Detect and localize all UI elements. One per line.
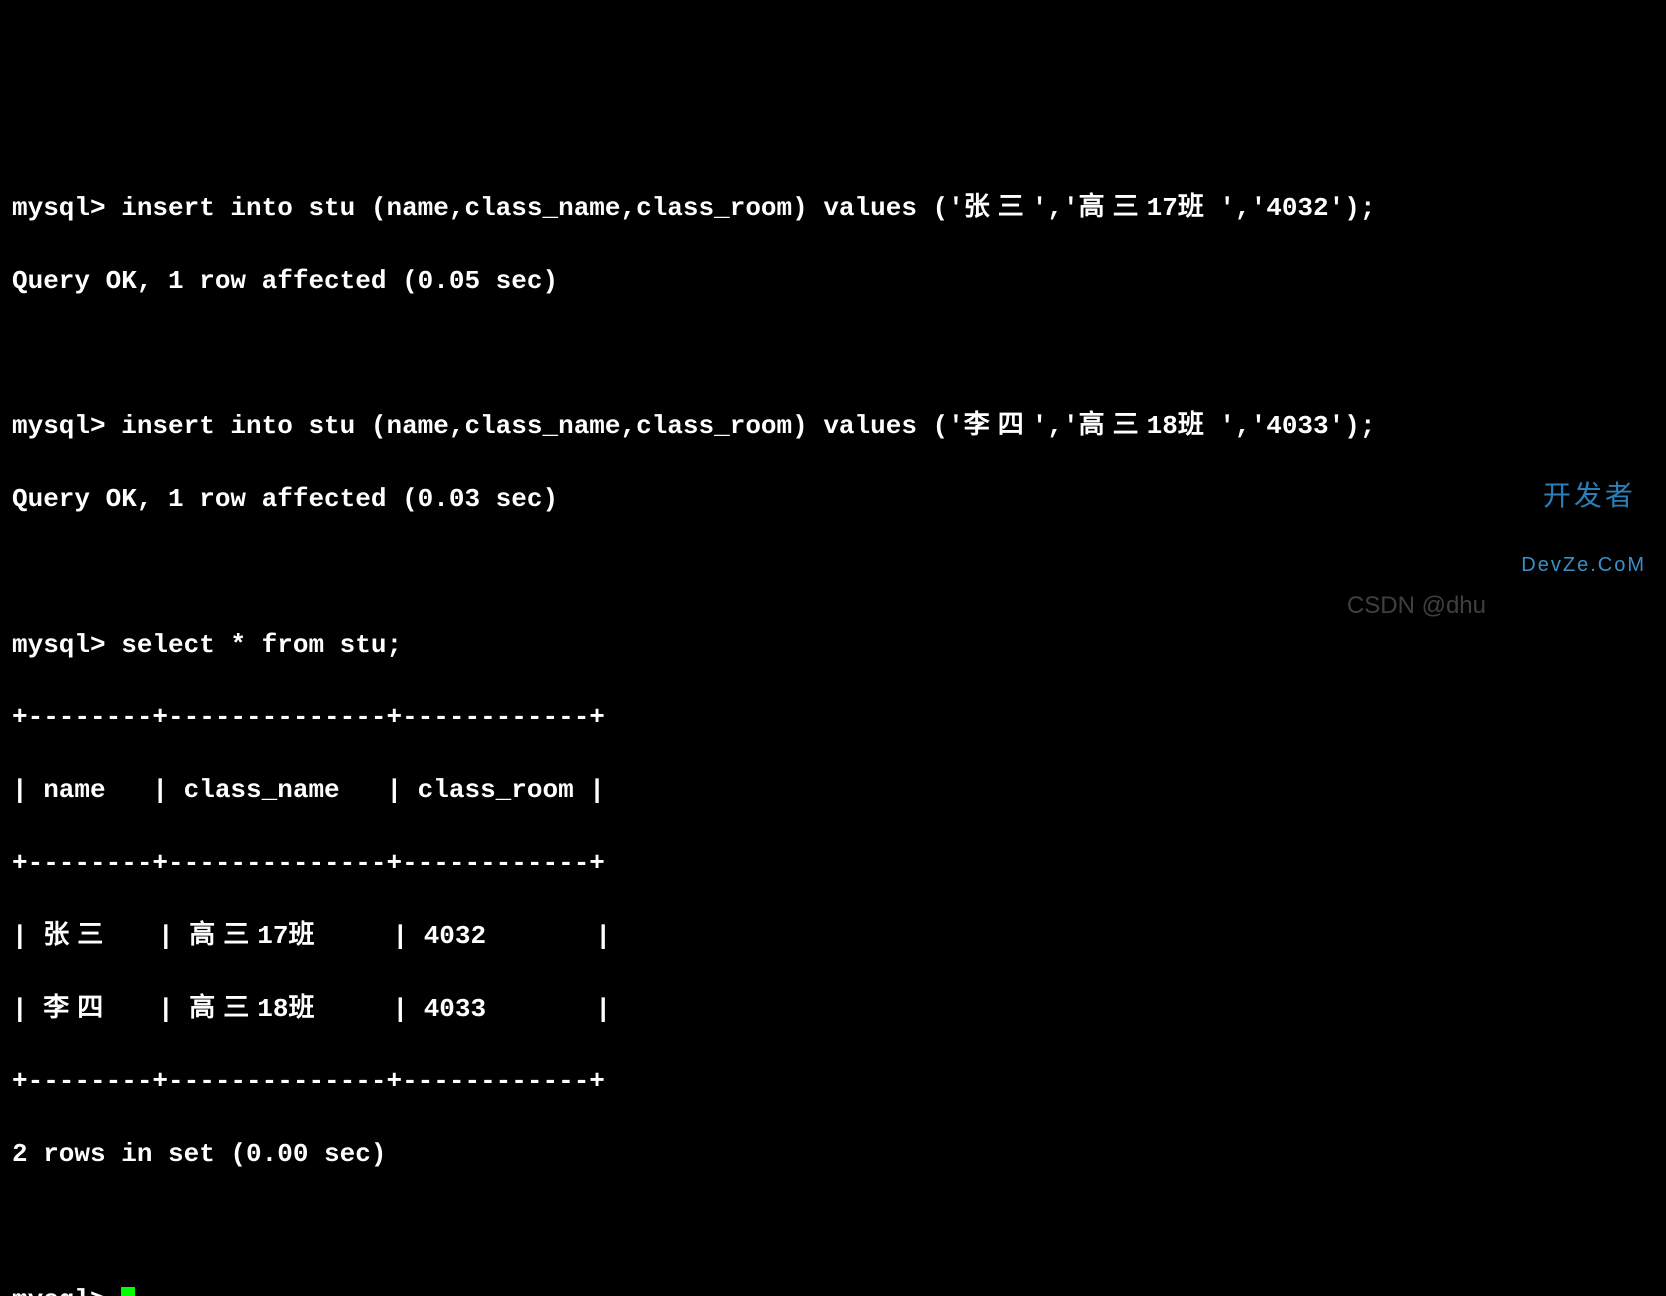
terminal-output[interactable]: mysql> insert into stu (name,class_name,… bbox=[12, 154, 1654, 1296]
sql-insert-1: insert into stu (name,class_name,class_r… bbox=[121, 193, 1375, 223]
table-header: | name | class_name | class_room | bbox=[12, 772, 1654, 808]
table-border-top: +--------+--------------+------------+ bbox=[12, 699, 1654, 735]
watermark-sub: DevZe.CoM bbox=[1521, 551, 1646, 579]
command-line-2: mysql> insert into stu (name,class_name,… bbox=[12, 408, 1654, 444]
blank-line bbox=[12, 1209, 1654, 1245]
final-prompt-line[interactable]: mysql> bbox=[12, 1282, 1654, 1296]
blank-line bbox=[12, 554, 1654, 590]
sql-insert-2: insert into stu (name,class_name,class_r… bbox=[121, 411, 1375, 441]
cursor-icon bbox=[121, 1287, 135, 1296]
table-summary: 2 rows in set (0.00 sec) bbox=[12, 1136, 1654, 1172]
sql-select: select * from stu; bbox=[121, 630, 402, 660]
prompt: mysql> bbox=[12, 1285, 121, 1296]
result-line-2: Query OK, 1 row affected (0.03 sec) bbox=[12, 481, 1654, 517]
result-line-1: Query OK, 1 row affected (0.05 sec) bbox=[12, 263, 1654, 299]
command-line-1: mysql> insert into stu (name,class_name,… bbox=[12, 190, 1654, 226]
command-line-3: mysql> select * from stu; bbox=[12, 627, 1654, 663]
table-row: | 张三 | 高三17班 | 4032 | bbox=[12, 918, 1654, 954]
table-row: | 李四 | 高三18班 | 4033 | bbox=[12, 991, 1654, 1027]
watermark-csdn: CSDN @dhu bbox=[1347, 589, 1486, 623]
prompt: mysql> bbox=[12, 630, 121, 660]
watermark-main: 开发者 bbox=[1543, 480, 1636, 511]
blank-line bbox=[12, 336, 1654, 372]
table-border-bot: +--------+--------------+------------+ bbox=[12, 1063, 1654, 1099]
prompt: mysql> bbox=[12, 411, 121, 441]
table-border-mid: +--------+--------------+------------+ bbox=[12, 845, 1654, 881]
prompt: mysql> bbox=[12, 193, 121, 223]
watermark-brand: 开发者 DevZe.CoM bbox=[1521, 437, 1646, 618]
